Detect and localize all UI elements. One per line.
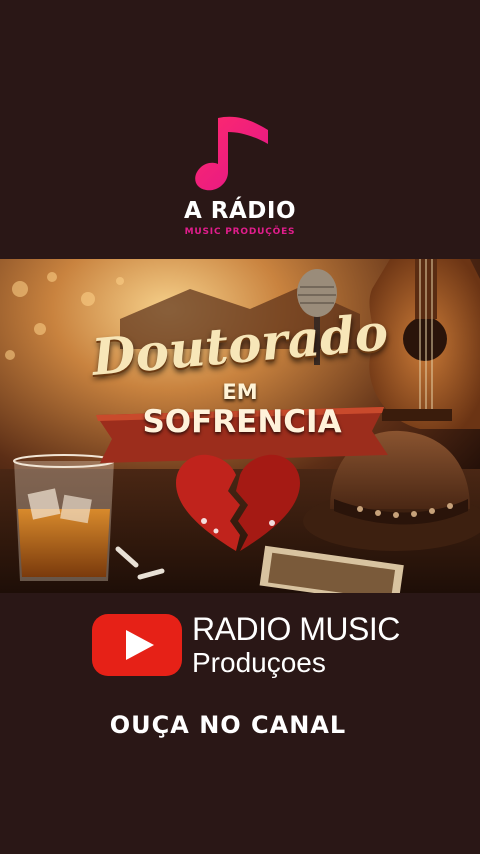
brand-logo: A RÁDIO MUSIC PRODUÇÕES — [0, 100, 480, 245]
channel-name: RADIO MUSIC — [192, 611, 400, 647]
cover-subtitle: SOFRENCIA — [142, 404, 342, 440]
brand-subtitle: MUSIC PRODUÇÕES — [184, 227, 296, 237]
music-note-icon — [195, 116, 268, 191]
channel-subname: Produçoes — [192, 647, 326, 678]
youtube-icon — [92, 614, 182, 676]
listen-cta: OUÇA NO CANAL — [109, 711, 347, 739]
album-cover[interactable]: Doutorado EM SOFRENCIA — [0, 259, 480, 593]
youtube-channel-link[interactable]: RADIO MUSIC Produçoes — [92, 611, 400, 679]
brand-title: A RÁDIO — [183, 198, 297, 224]
